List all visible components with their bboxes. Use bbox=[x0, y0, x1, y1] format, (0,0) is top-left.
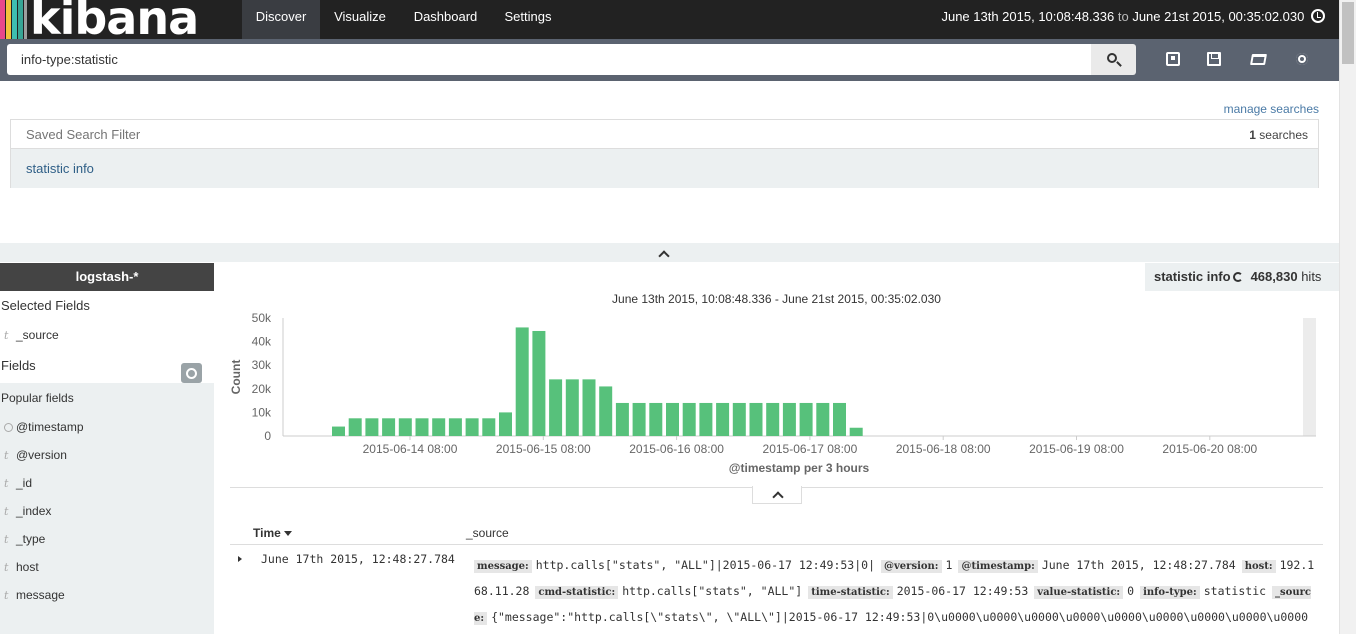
histogram-bar bbox=[632, 402, 646, 436]
source-field-key: info-type: bbox=[1140, 586, 1200, 599]
string-type-icon: t bbox=[4, 561, 9, 574]
field-item[interactable]: t message bbox=[0, 581, 214, 609]
x-axis-label: @timestamp per 3 hours bbox=[729, 461, 870, 475]
histogram-bar bbox=[716, 402, 730, 436]
field-name: _type bbox=[16, 532, 46, 546]
histogram-bar bbox=[682, 402, 696, 436]
table-divider bbox=[230, 544, 1323, 545]
histogram-bar bbox=[432, 418, 446, 436]
column-header-time[interactable]: Time bbox=[253, 526, 292, 540]
histogram-bar bbox=[499, 412, 512, 436]
histogram-bar bbox=[382, 418, 396, 436]
x-tick-label: 2015-06-19 08:00 bbox=[1029, 442, 1124, 456]
histogram-bar bbox=[565, 379, 579, 436]
plot-end-region bbox=[1303, 318, 1316, 436]
histogram-bar bbox=[782, 402, 796, 436]
collapse-chart-button[interactable] bbox=[752, 486, 802, 504]
histogram-chart: 0 10k 20k 30k 40k 50k Count 2015-06-14 08:00 201… bbox=[229, 311, 1316, 475]
field-item[interactable]: t host bbox=[0, 553, 214, 581]
field-name: _index bbox=[16, 504, 52, 518]
x-tick-label: 2015-06-20 08:00 bbox=[1162, 442, 1257, 456]
histogram-bar bbox=[666, 402, 679, 436]
source-field-key: message: bbox=[474, 560, 532, 573]
histogram-bar bbox=[348, 418, 362, 436]
histogram-bar bbox=[448, 418, 462, 436]
string-type-icon: t bbox=[4, 589, 9, 602]
source-field-value: 2015-06-17 12:49:53 bbox=[896, 584, 1029, 598]
source-field-value: statistic bbox=[1203, 584, 1267, 598]
source-field-key: host: bbox=[1241, 560, 1276, 573]
histogram-bar bbox=[365, 418, 379, 436]
histogram-bar bbox=[532, 330, 546, 436]
y-tick-label: 10k bbox=[252, 405, 272, 419]
histogram-bar bbox=[766, 402, 780, 436]
histogram-bar bbox=[332, 426, 345, 436]
histogram-bar bbox=[415, 418, 429, 436]
histogram-bar bbox=[816, 402, 830, 436]
x-tick-label: 2015-06-16 08:00 bbox=[629, 442, 724, 456]
source-field-value: 1 bbox=[945, 558, 953, 572]
y-tick-label: 20k bbox=[252, 382, 272, 396]
scrollbar-thumb[interactable] bbox=[1342, 2, 1354, 64]
column-header-source: _source bbox=[466, 526, 509, 540]
y-tick-label: 50k bbox=[252, 311, 272, 325]
histogram-bar bbox=[549, 379, 563, 436]
string-type-icon: t bbox=[4, 533, 9, 546]
y-tick-label: 40k bbox=[252, 335, 272, 349]
string-type-icon: t bbox=[4, 505, 9, 518]
histogram-bar bbox=[582, 379, 596, 436]
y-tick-label: 30k bbox=[252, 358, 272, 372]
histogram-bar bbox=[465, 418, 479, 436]
histogram-bar bbox=[515, 327, 529, 436]
histogram-bar bbox=[799, 402, 813, 436]
sort-desc-icon bbox=[283, 531, 292, 536]
source-field-value: June 17th 2015, 12:48:27.784 bbox=[1041, 558, 1236, 572]
field-name: message bbox=[16, 588, 65, 602]
row-time: June 17th 2015, 12:48:27.784 bbox=[261, 552, 455, 566]
source-field-key: value-statistic: bbox=[1034, 586, 1124, 599]
source-field-key: cmd-statistic: bbox=[535, 586, 619, 599]
y-tick-label: 0 bbox=[264, 429, 271, 443]
source-field-key: @version: bbox=[881, 560, 942, 573]
source-field-key: time-statistic: bbox=[808, 586, 893, 599]
expand-row-caret-icon[interactable] bbox=[238, 556, 242, 562]
chevron-up-icon bbox=[772, 491, 784, 503]
histogram-bar bbox=[398, 418, 412, 436]
histogram-bar bbox=[749, 402, 763, 436]
histogram-bar bbox=[599, 386, 613, 436]
histogram-bar bbox=[732, 402, 746, 436]
histogram-bar bbox=[615, 402, 629, 436]
page-scrollbar[interactable] bbox=[1339, 0, 1356, 634]
x-tick-label: 2015-06-18 08:00 bbox=[896, 442, 991, 456]
field-item[interactable]: t _index bbox=[0, 497, 214, 525]
column-header-time-label: Time bbox=[253, 526, 281, 540]
histogram-bar bbox=[699, 402, 713, 436]
x-tick-label: 2015-06-15 08:00 bbox=[496, 442, 591, 456]
field-name: host bbox=[16, 560, 39, 574]
source-field-key: @timestamp: bbox=[958, 560, 1038, 573]
row-source: message: http.calls["stats", "ALL"]|2015-… bbox=[474, 553, 1320, 634]
histogram-bar bbox=[649, 402, 663, 436]
histogram-bar bbox=[482, 418, 496, 436]
y-axis-label: Count bbox=[229, 360, 243, 395]
source-field-value: http.calls["stats", "ALL"]|2015-06-17 12… bbox=[535, 558, 875, 572]
source-field-value: {"message":"http.calls[\"stats\", \"ALL\… bbox=[491, 610, 1309, 624]
field-item[interactable]: t _type bbox=[0, 525, 214, 553]
source-field-value: 0 bbox=[1127, 584, 1135, 598]
x-tick-label: 2015-06-14 08:00 bbox=[363, 442, 458, 456]
source-field-value: http.calls["stats", "ALL"] bbox=[622, 584, 803, 598]
x-tick-label: 2015-06-17 08:00 bbox=[763, 442, 858, 456]
histogram-bar bbox=[849, 427, 863, 436]
histogram-bar bbox=[833, 402, 846, 436]
